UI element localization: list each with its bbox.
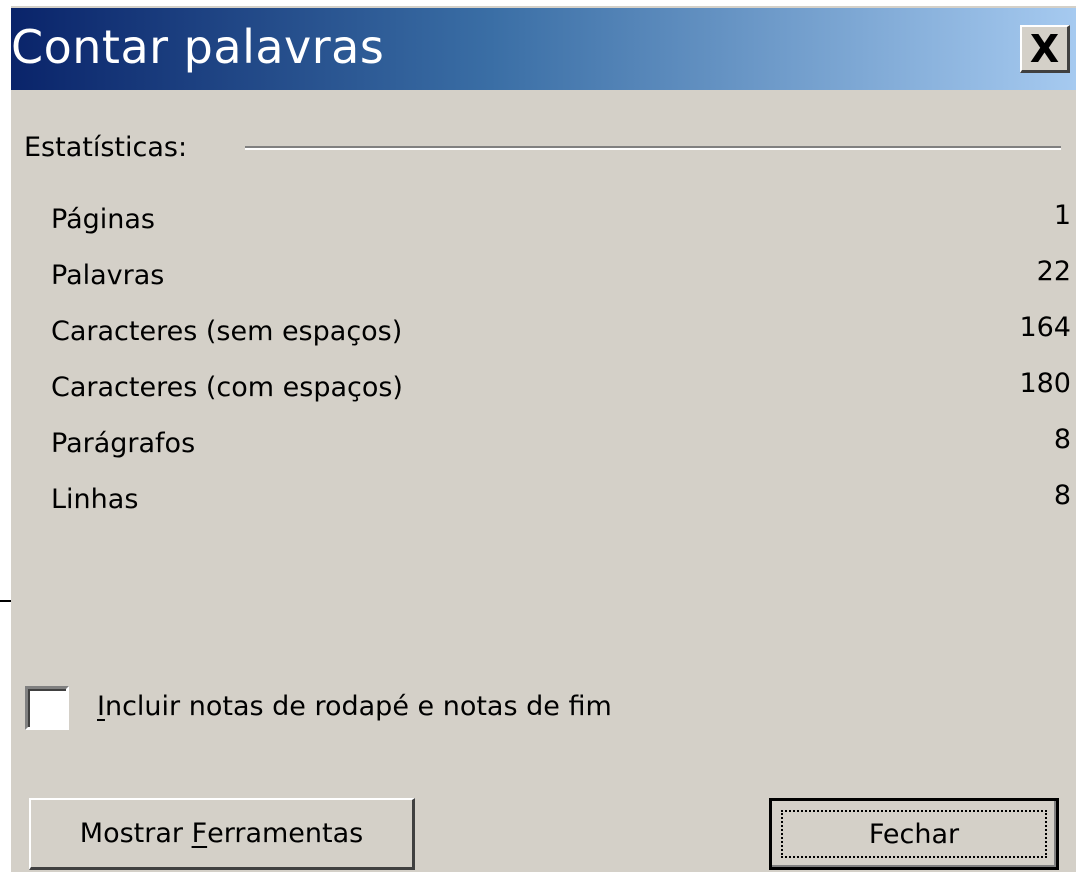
stat-label: Páginas bbox=[51, 204, 155, 235]
show-tools-prefix: Mostrar bbox=[79, 818, 192, 849]
mnemonic-letter: F bbox=[191, 818, 208, 849]
stat-value: 8 bbox=[1053, 424, 1071, 455]
stat-value: 22 bbox=[1036, 256, 1071, 287]
close-window-button[interactable]: X bbox=[1020, 25, 1070, 73]
stat-value: 8 bbox=[1053, 480, 1071, 511]
statistics-group-label: Estatísticas: bbox=[24, 132, 188, 163]
stat-label: Caracteres (com espaços) bbox=[51, 372, 403, 403]
stat-label: Parágrafos bbox=[51, 428, 196, 459]
include-notes-checkbox[interactable] bbox=[25, 686, 69, 730]
group-divider bbox=[245, 146, 1061, 150]
word-count-dialog: Contar palavras X Estatísticas: Páginas … bbox=[11, 0, 1076, 872]
stat-label: Palavras bbox=[51, 260, 165, 291]
stat-value: 1 bbox=[1053, 200, 1071, 231]
stat-row-lines: Linhas 8 bbox=[51, 474, 1071, 530]
stat-row-chars-no-spaces: Caracteres (sem espaços) 164 bbox=[51, 306, 1071, 362]
window-title: Contar palavras bbox=[11, 20, 385, 74]
include-notes-label[interactable]: Incluir notas de rodapé e notas de fim bbox=[97, 684, 612, 730]
stat-row-chars-with-spaces: Caracteres (com espaços) 180 bbox=[51, 362, 1071, 418]
mnemonic-letter: I bbox=[97, 691, 105, 722]
statistics-list: Páginas 1 Palavras 22 Caracteres (sem es… bbox=[51, 194, 1071, 530]
stat-row-pages: Páginas 1 bbox=[51, 194, 1071, 250]
background-line bbox=[0, 600, 11, 602]
stat-value: 164 bbox=[1019, 312, 1071, 343]
title-bar[interactable]: Contar palavras X bbox=[11, 8, 1076, 90]
show-tools-rest: erramentas bbox=[207, 818, 364, 849]
include-notes-text: ncluir notas de rodapé e notas de fim bbox=[104, 691, 612, 722]
stat-label: Linhas bbox=[51, 484, 139, 515]
close-icon: X bbox=[1029, 26, 1060, 71]
close-button[interactable]: Fechar bbox=[769, 798, 1059, 870]
stat-value: 180 bbox=[1019, 368, 1071, 399]
show-tools-button[interactable]: Mostrar Ferramentas bbox=[29, 798, 415, 870]
stat-row-words: Palavras 22 bbox=[51, 250, 1071, 306]
stat-label: Caracteres (sem espaços) bbox=[51, 316, 403, 347]
close-button-label: Fechar bbox=[868, 818, 960, 850]
stat-row-paragraphs: Parágrafos 8 bbox=[51, 418, 1071, 474]
